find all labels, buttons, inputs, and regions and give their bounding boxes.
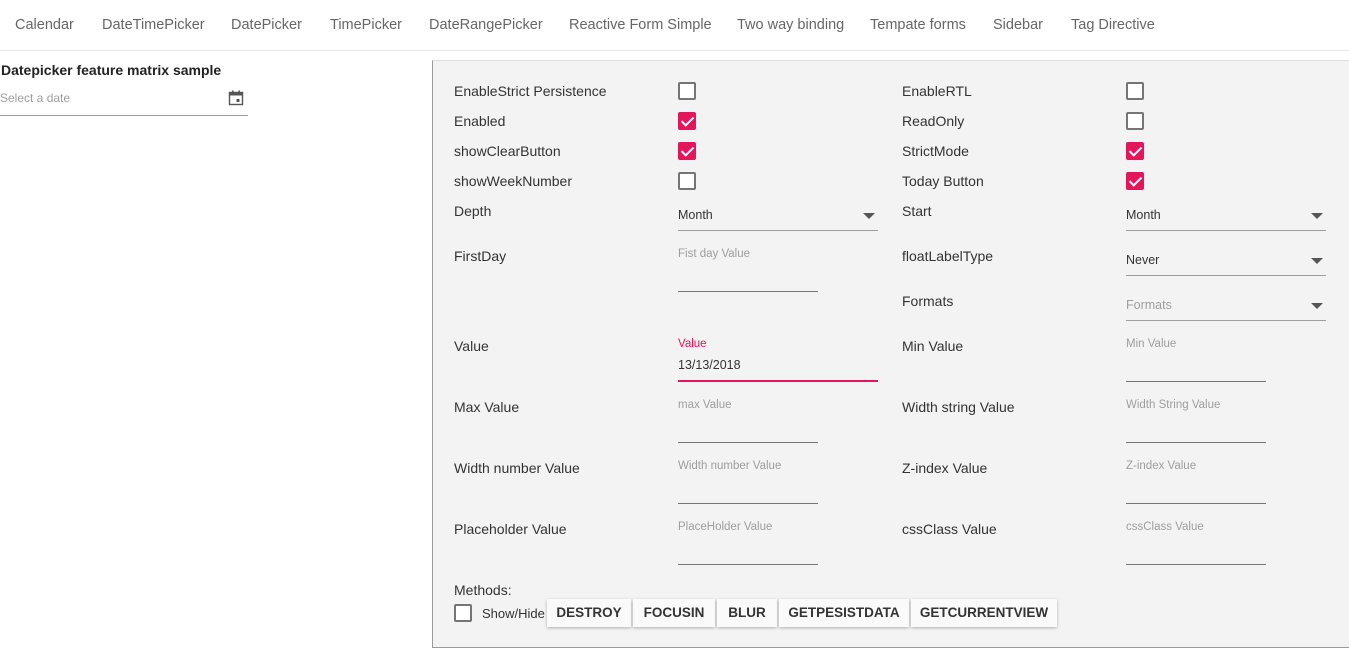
css-class-field[interactable]: cssClass Value <box>1126 521 1266 565</box>
show-clear-button-label: showClearButton <box>454 143 561 159</box>
value-input[interactable] <box>678 354 878 376</box>
datepicker-input[interactable] <box>0 86 210 110</box>
z-index-float-label: Z-index Value <box>1126 460 1197 472</box>
z-index-field[interactable]: Z-index Value <box>1126 460 1266 504</box>
read-only-label: ReadOnly <box>902 113 965 129</box>
enabled-checkbox[interactable] <box>678 112 696 130</box>
value-field[interactable]: Value <box>678 338 878 382</box>
placeholder-value-float-label: PlaceHolder Value <box>678 521 773 533</box>
width-number-float-label: Width number Value <box>678 460 782 472</box>
width-number-label: Width number Value <box>454 460 580 476</box>
float-label-type-dropdown[interactable]: Never <box>1126 246 1326 276</box>
enable-strict-persistence-label: EnableStrict Persistence <box>454 83 607 99</box>
nav-timepicker[interactable]: TimePicker <box>330 17 402 33</box>
sample-title: Datepicker feature matrix sample <box>1 62 222 78</box>
value-label: Value <box>454 338 489 354</box>
nav-two-way-binding[interactable]: Two way binding <box>737 17 844 33</box>
enable-strict-persistence-checkbox[interactable] <box>678 82 696 100</box>
width-number-field[interactable]: Width number Value <box>678 460 818 504</box>
chevron-down-icon <box>863 213 875 219</box>
calendar-icon[interactable] <box>228 90 244 106</box>
first-day-float-label: Fist day Value <box>678 248 751 260</box>
min-value-label: Min Value <box>902 338 964 354</box>
nav-calendar[interactable]: Calendar <box>15 17 74 33</box>
methods-label: Methods: <box>454 582 512 598</box>
width-number-input[interactable] <box>678 476 818 498</box>
today-button-label: Today Button <box>902 173 984 189</box>
css-class-label: cssClass Value <box>902 521 997 537</box>
width-string-input[interactable] <box>1126 415 1266 437</box>
z-index-input[interactable] <box>1126 476 1266 498</box>
focusin-button[interactable]: FOCUSIN <box>633 599 715 627</box>
show-hide-checkbox[interactable] <box>454 604 472 622</box>
depth-value: Month <box>678 208 713 222</box>
show-clear-button-checkbox[interactable] <box>678 142 696 160</box>
start-dropdown[interactable]: Month <box>1126 201 1326 231</box>
show-week-number-checkbox[interactable] <box>678 172 696 190</box>
nav-tempate-forms[interactable]: Tempate forms <box>870 17 966 33</box>
placeholder-value-field[interactable]: PlaceHolder Value <box>678 521 818 565</box>
strict-mode-checkbox[interactable] <box>1126 142 1144 160</box>
z-index-label: Z-index Value <box>902 460 988 476</box>
placeholder-value-label: Placeholder Value <box>454 521 567 537</box>
getcurrentview-button[interactable]: GETCURRENTVIEW <box>911 599 1057 627</box>
formats-placeholder: Formats <box>1126 298 1172 312</box>
nav-reactive-form-simple[interactable]: Reactive Form Simple <box>569 17 712 33</box>
start-label: Start <box>902 203 932 219</box>
width-string-float-label: Width String Value <box>1126 399 1221 411</box>
enabled-label: Enabled <box>454 113 506 129</box>
width-string-label: Width string Value <box>902 399 1015 415</box>
enable-rtl-checkbox[interactable] <box>1126 82 1144 100</box>
css-class-float-label: cssClass Value <box>1126 521 1204 533</box>
min-value-input[interactable] <box>1126 354 1266 376</box>
float-label-type-label: floatLabelType <box>902 248 994 264</box>
start-value: Month <box>1126 208 1161 222</box>
max-value-field[interactable]: max Value <box>678 399 818 443</box>
feature-matrix-panel: EnableStrict Persistence EnableRTL Enabl… <box>432 60 1349 648</box>
top-nav: Calendar DateTimePicker DatePicker TimeP… <box>0 0 1349 51</box>
today-button-checkbox[interactable] <box>1126 172 1144 190</box>
nav-datetimepicker[interactable]: DateTimePicker <box>102 17 205 33</box>
max-value-input[interactable] <box>678 415 818 437</box>
placeholder-value-input[interactable] <box>678 537 818 559</box>
chevron-down-icon <box>1311 258 1323 264</box>
float-label-type-value: Never <box>1126 253 1160 267</box>
formats-label: Formats <box>902 293 954 309</box>
blur-button[interactable]: BLUR <box>717 599 777 627</box>
min-value-field[interactable]: Min Value <box>1126 338 1266 382</box>
width-string-field[interactable]: Width String Value <box>1126 399 1266 443</box>
strict-mode-label: StrictMode <box>902 143 969 159</box>
depth-label: Depth <box>454 203 492 219</box>
value-float-label: Value <box>678 338 707 350</box>
nav-datepicker[interactable]: DatePicker <box>231 17 302 33</box>
chevron-down-icon <box>1311 303 1323 309</box>
getpesistdata-button[interactable]: GETPESISTDATA <box>779 599 909 627</box>
css-class-input[interactable] <box>1126 537 1266 559</box>
read-only-checkbox[interactable] <box>1126 112 1144 130</box>
max-value-label: Max Value <box>454 399 520 415</box>
nav-sidebar[interactable]: Sidebar <box>993 17 1043 33</box>
enable-rtl-label: EnableRTL <box>902 83 972 99</box>
datepicker-input-wrapper <box>0 86 248 116</box>
show-hide-label: Show/Hide <box>482 606 545 621</box>
depth-dropdown[interactable]: Month <box>678 201 878 231</box>
formats-dropdown[interactable]: Formats <box>1126 291 1326 321</box>
first-day-field[interactable]: Fist day Value <box>678 248 818 292</box>
max-value-float-label: max Value <box>678 399 732 411</box>
nav-daterangepicker[interactable]: DateRangePicker <box>429 17 543 33</box>
first-day-label: FirstDay <box>454 248 507 264</box>
show-week-number-label: showWeekNumber <box>454 173 573 189</box>
destroy-button[interactable]: DESTROY <box>547 599 631 627</box>
first-day-input[interactable] <box>678 264 818 286</box>
min-value-float-label: Min Value <box>1126 338 1177 350</box>
nav-tag-directive[interactable]: Tag Directive <box>1071 17 1155 33</box>
chevron-down-icon <box>1311 213 1323 219</box>
